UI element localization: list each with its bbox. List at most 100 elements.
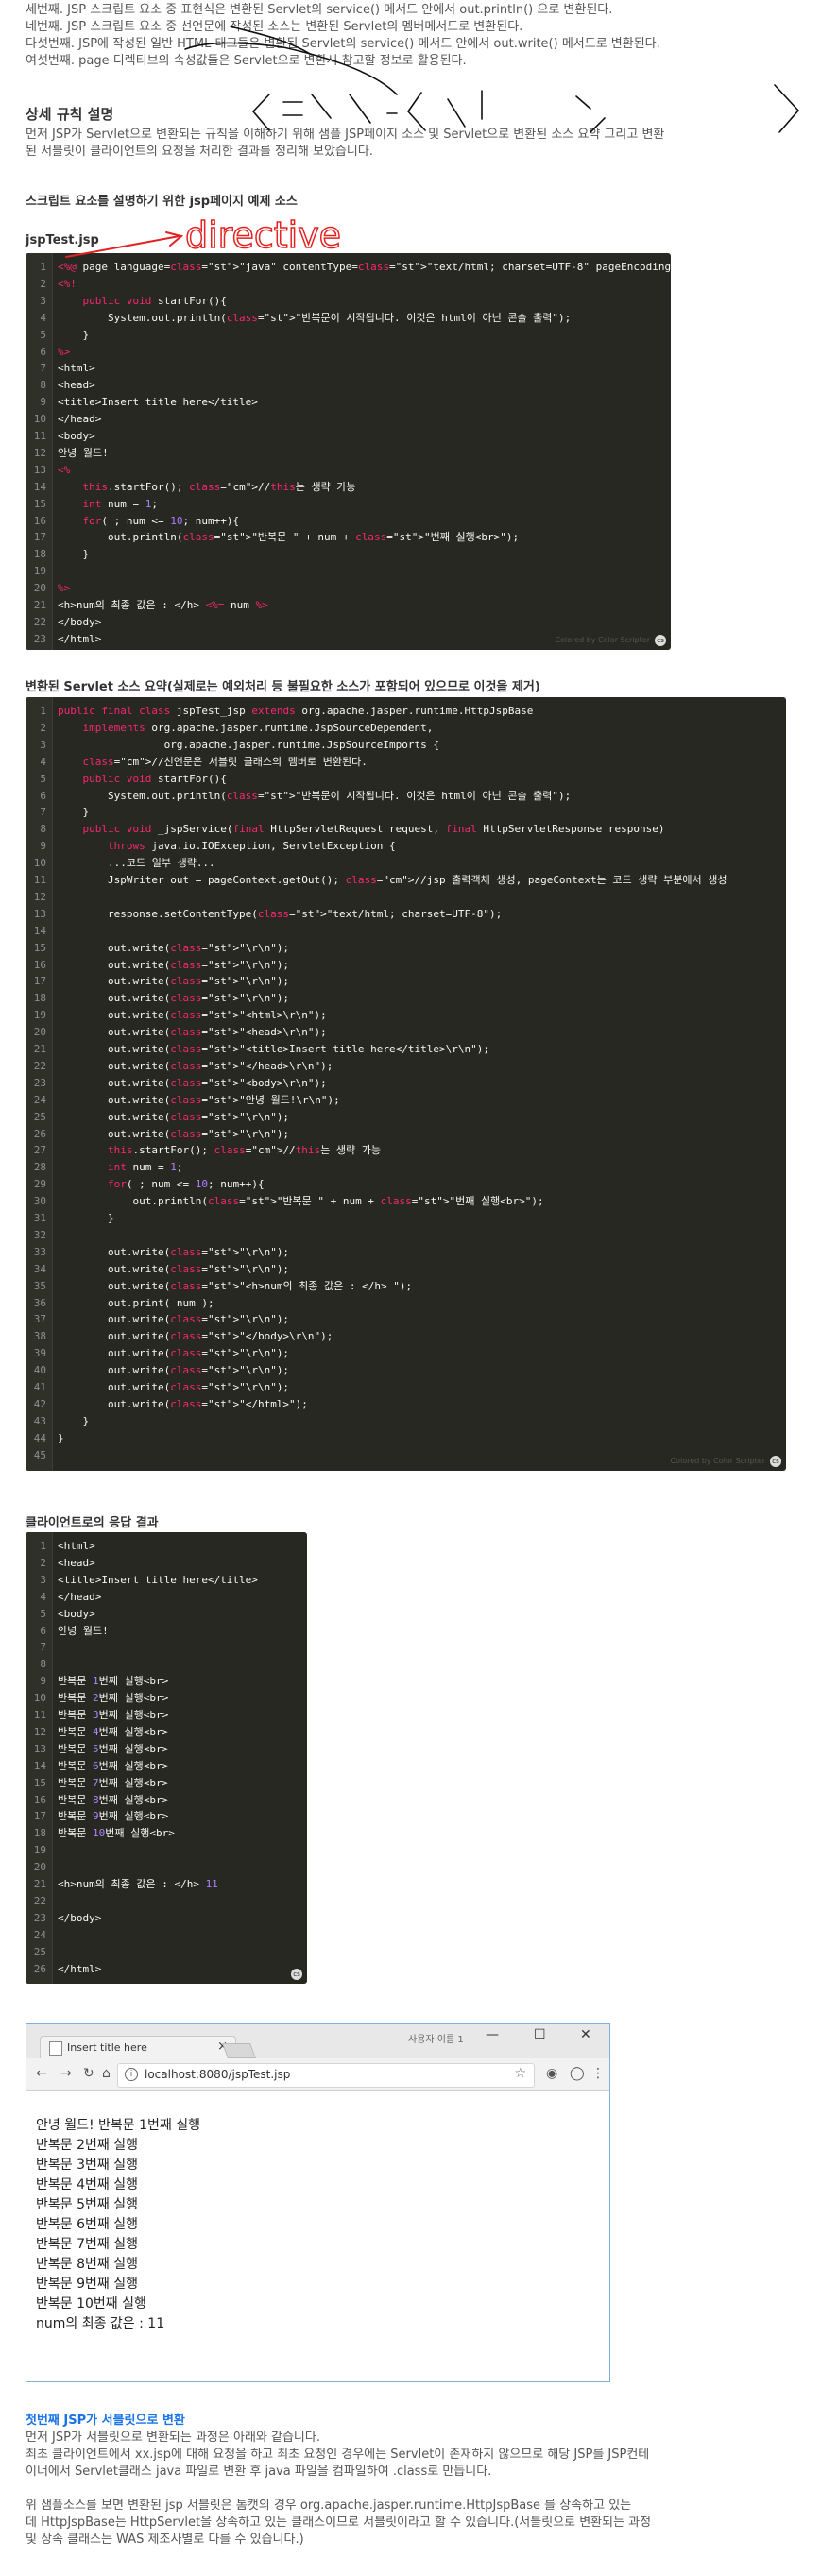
code-line: 36 out.print( num ); (26, 1295, 214, 1312)
user-profile-label[interactable]: 사용자 이름 1 (408, 2031, 464, 2045)
code-credit: Colored by Color Scripter (555, 636, 650, 644)
line-number: 12 (33, 446, 46, 459)
file-label: jspTest.jsp (26, 233, 99, 247)
line-number: 13 (33, 1742, 46, 1755)
code-text: </body> (58, 1911, 102, 1924)
line-number: 8 (40, 379, 46, 392)
code-line: 16 out.write(class="st">"\r\n"); (26, 957, 289, 974)
code-line: 17 out.write(class="st">"\r\n"); (26, 973, 289, 990)
code-line: 1 <html> (26, 1538, 94, 1555)
star-icon[interactable]: ☆ (514, 2066, 526, 2081)
code-line: 25 (26, 1944, 58, 1961)
code-line: 5 public void startFor(){ (26, 771, 226, 788)
code-text: public void _jspService(final HttpServle… (82, 823, 665, 836)
forward-arrow-icon[interactable]: → (60, 2066, 72, 2081)
code-text: public final class jspTest_jsp extends o… (58, 705, 534, 717)
code-text: <h>num의 최종 값은 : </h> <%= num %> (58, 599, 268, 611)
code-text: out.write(class="st">"<title>Insert titl… (58, 1043, 489, 1055)
code-line: 3 <title>Insert title here</title> (26, 1572, 258, 1589)
line-number: 32 (33, 1228, 46, 1241)
code-text: out.write(class="st">"\r\n"); (58, 941, 290, 954)
response-heading: 클라이언트로의 응답 결과 (26, 1516, 159, 1530)
line-number: 3 (40, 1573, 46, 1586)
line-number: 8 (40, 1658, 46, 1671)
line-number: 29 (33, 1178, 46, 1191)
line-number: 1 (40, 705, 46, 717)
code-line: 7 } (26, 804, 89, 821)
tab-title: Insert title here (67, 2041, 147, 2054)
line-number: 1 (40, 261, 46, 273)
code-text: %> (58, 345, 71, 358)
info-icon[interactable]: i (125, 2068, 138, 2081)
maximize-icon[interactable]: ☐ (534, 2027, 546, 2042)
code-text: out.write(class="st">"\r\n"); (58, 1364, 290, 1377)
code-line: 26 </html> (26, 1961, 102, 1978)
line-number: 6 (40, 345, 46, 358)
example-heading: 스크립트 요소를 설명하기 위한 jsp페이지 예제 소스 (26, 195, 298, 209)
response-code-block: 1 <html> 2 <head> 3 <title>Insert title here<… (26, 1532, 307, 1984)
line-number: 20 (33, 1861, 46, 1874)
code-text: response.setContentType(class="st">"text… (58, 907, 503, 920)
line-number: 28 (33, 1161, 46, 1174)
code-text: 반복문 6번째 실행<br> (58, 1759, 169, 1772)
code-line: 35 out.write(class="st">"<h>num의 최종 값은 :… (26, 1278, 412, 1295)
line-number: 6 (40, 1624, 46, 1637)
code-line: 30 out.println(class="st">"반복문 " + num +… (26, 1193, 544, 1210)
color-scripter-icon: cs (655, 635, 666, 646)
code-line: 34 out.write(class="st">"\r\n"); (26, 1261, 289, 1278)
code-line: 9 반복문 1번째 실행<br> (26, 1673, 168, 1690)
code-line: 5 } (26, 327, 89, 344)
content-line: 안녕 월드! 반복문 1번째 실행 (36, 2118, 200, 2133)
code-line: 12 반복문 4번째 실행<br> (26, 1724, 168, 1741)
code-line: 8 <head> (26, 377, 94, 394)
code-text: out.write(class="st">"\r\n"); (58, 1381, 290, 1393)
code-line: 21 out.write(class="st">"<title>Insert t… (26, 1041, 489, 1058)
line-number: 21 (33, 1043, 46, 1055)
bracket-mark (349, 94, 371, 124)
line-number: 20 (33, 1026, 46, 1039)
outro-heading[interactable]: 첫번째 JSP가 서블릿으로 변환 (26, 2410, 185, 2428)
code-text: </html> (58, 1962, 102, 1975)
browser-tab[interactable]: Insert title here × (40, 2036, 236, 2059)
line-number: 24 (33, 1093, 46, 1106)
line-number: 2 (40, 721, 46, 734)
line-number: 37 (33, 1313, 46, 1326)
line-number: 14 (33, 480, 46, 493)
code-line: 6 안녕 월드! (26, 1623, 108, 1640)
code-text: <%! (58, 277, 77, 290)
code-text: <h>num의 최종 값은 : </h> 11 (58, 1878, 218, 1890)
address-bar[interactable]: i localhost:8080/jspTest.jsp ☆ (117, 2063, 535, 2088)
code-text: } (58, 1431, 64, 1444)
line-number: 40 (33, 1364, 46, 1377)
home-icon[interactable]: ⌂ (102, 2066, 111, 2081)
window-close-icon[interactable]: ✕ (580, 2027, 591, 2042)
account-icon[interactable]: ◯ (570, 2066, 585, 2081)
line-number: 19 (33, 1009, 46, 1022)
code-line: 23 </body> (26, 1910, 102, 1927)
extension-icon[interactable]: ◉ (546, 2066, 557, 2081)
reload-icon[interactable]: ↻ (83, 2066, 94, 2081)
line-number: 39 (33, 1347, 46, 1360)
code-text: out.write(class="st">"</head>\r\n"); (58, 1059, 333, 1072)
minimize-icon[interactable]: — (486, 2027, 499, 2042)
line-number: 5 (40, 772, 46, 785)
new-tab-button[interactable] (222, 2043, 256, 2058)
code-text: out.write(class="st">"\r\n"); (58, 1262, 290, 1275)
code-line: 17 반복문 9번째 실행<br> (26, 1808, 168, 1825)
line-number: 17 (33, 975, 46, 988)
code-text: class="cm">//선언문은 서블릿 클래스의 멤버로 변환된다. (82, 755, 368, 768)
menu-icon[interactable]: ⋮ (591, 2066, 605, 2081)
code-text: System.out.println(class="st">"반복문이 시작됩니… (58, 311, 572, 324)
code-text: 반복문 7번째 실행<br> (58, 1776, 169, 1789)
code-text: <title>Insert title here</title> (58, 396, 258, 409)
line-number: 22 (33, 615, 46, 628)
bracket-mark (406, 92, 426, 131)
code-text: </body> (58, 615, 102, 628)
browser-toolbar: ← → ↻ ⌂ i localhost:8080/jspTest.jsp ☆ ◉… (26, 2058, 609, 2091)
code-text: </html> (58, 632, 102, 645)
content-line: 반복문 9번째 실행 (36, 2277, 138, 2292)
line-number: 18 (33, 992, 46, 1005)
code-text: int num = 1; (107, 1161, 183, 1174)
code-text: <% (58, 463, 71, 476)
back-arrow-icon[interactable]: ← (36, 2066, 47, 2081)
